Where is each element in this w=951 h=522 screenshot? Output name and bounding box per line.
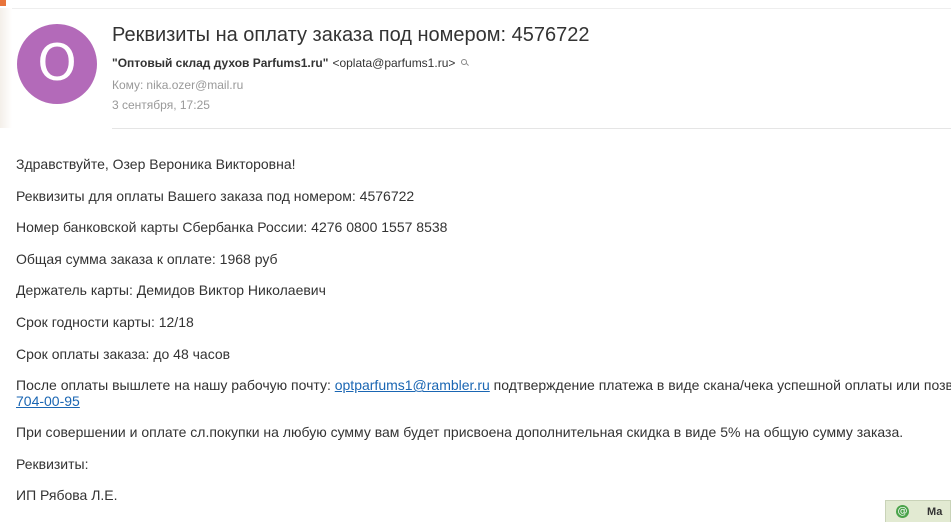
search-icon[interactable] <box>460 58 470 68</box>
email-date: 3 сентября, 17:25 <box>112 98 210 112</box>
recipient-email[interactable]: nika.ozer@mail.ru <box>146 78 243 92</box>
after-pay-prefix: После оплаты вышлете на нашу рабочую поч… <box>16 377 335 394</box>
chat-tab[interactable]: @ Ма <box>885 500 951 522</box>
deadline-line: Срок оплаты заказа: до 48 часов <box>16 345 231 362</box>
avatar[interactable]: O <box>17 24 97 104</box>
discount-line: При совершении и оплате сл.покупки на лю… <box>16 424 904 441</box>
expiry-line: Срок годности карты: 12/18 <box>16 313 194 330</box>
corner-icon <box>0 0 6 6</box>
requisites-label: Реквизиты: <box>16 455 89 472</box>
phone-link[interactable]: 704-00-95 <box>16 393 80 409</box>
sender: "Оптовый склад духов Parfums1.ru" <oplat… <box>112 56 470 70</box>
avatar-letter: O <box>37 34 77 92</box>
recipient: Кому: nika.ozer@mail.ru <box>112 78 243 92</box>
sum-line: Общая сумма заказа к оплате: 1968 руб <box>16 250 278 267</box>
order-line: Реквизиты для оплаты Вашего заказа под н… <box>16 187 415 204</box>
after-pay-suffix: подтверждение платежа в виде скана/чека … <box>489 377 951 394</box>
left-strip <box>0 8 12 128</box>
after-pay-line: После оплаты вышлете на нашу рабочую поч… <box>16 377 951 424</box>
sender-email[interactable]: <oplata@parfums1.ru> <box>332 56 455 70</box>
greeting: Здравствуйте, Озер Вероника Викторовна! <box>16 156 296 172</box>
divider <box>112 128 951 129</box>
top-strip <box>0 0 951 9</box>
email-body: Здравствуйте, Озер Вероника Викторовна! … <box>16 156 951 519</box>
recipient-label: Кому: <box>112 78 144 92</box>
holder-line: Держатель карты: Демидов Виктор Николаев… <box>16 282 326 299</box>
agent-icon: @ <box>896 505 909 518</box>
email-subject: Реквизиты на оплату заказа под номером: … <box>112 24 590 46</box>
ip-line: ИП Рябова Л.Е. <box>16 487 118 504</box>
chat-tab-label: Ма <box>927 505 943 518</box>
sender-name[interactable]: "Оптовый склад духов Parfums1.ru" <box>112 56 328 70</box>
email-link[interactable]: optparfums1@rambler.ru <box>335 377 490 393</box>
card-line: Номер банковской карты Сбербанка России:… <box>16 219 448 236</box>
